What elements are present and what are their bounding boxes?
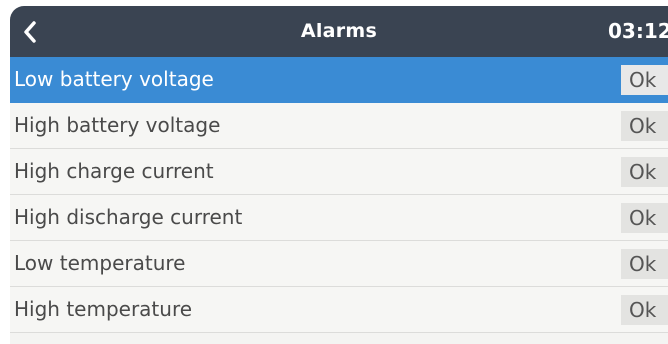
list-item-low-battery-voltage[interactable]: Low battery voltage Ok (10, 57, 668, 103)
list-item-high-charge-current[interactable]: High charge current Ok (10, 149, 668, 195)
status-value: Ok (621, 203, 668, 233)
alarm-list: Low battery voltage Ok High battery volt… (10, 57, 668, 333)
chevron-left-icon (23, 20, 37, 43)
list-item-low-temperature[interactable]: Low temperature Ok (10, 241, 668, 287)
status-value: Ok (621, 111, 668, 141)
list-item-high-temperature[interactable]: High temperature Ok (10, 287, 668, 333)
status-value: Ok (621, 157, 668, 187)
list-item-label: Low battery voltage (14, 67, 214, 91)
list-item-label: Low temperature (14, 251, 186, 275)
status-value: Ok (621, 65, 668, 95)
list-item-high-battery-voltage[interactable]: High battery voltage Ok (10, 103, 668, 149)
list-item-label: High temperature (14, 297, 193, 321)
device-frame: Alarms 03:12 Low battery voltage Ok High… (0, 0, 668, 344)
header-bar: Alarms 03:12 (10, 6, 668, 57)
status-value: Ok (621, 295, 668, 325)
status-value: Ok (621, 249, 668, 279)
list-item-label: High discharge current (14, 205, 243, 229)
clock-time: 03:12 (608, 19, 668, 43)
list-item-label: High battery voltage (14, 113, 221, 137)
list-item-high-discharge-current[interactable]: High discharge current Ok (10, 195, 668, 241)
page-title: Alarms (300, 20, 378, 42)
back-button[interactable] (10, 6, 50, 57)
device-screen: Alarms 03:12 Low battery voltage Ok High… (10, 6, 668, 344)
list-item-label: High charge current (14, 159, 214, 183)
